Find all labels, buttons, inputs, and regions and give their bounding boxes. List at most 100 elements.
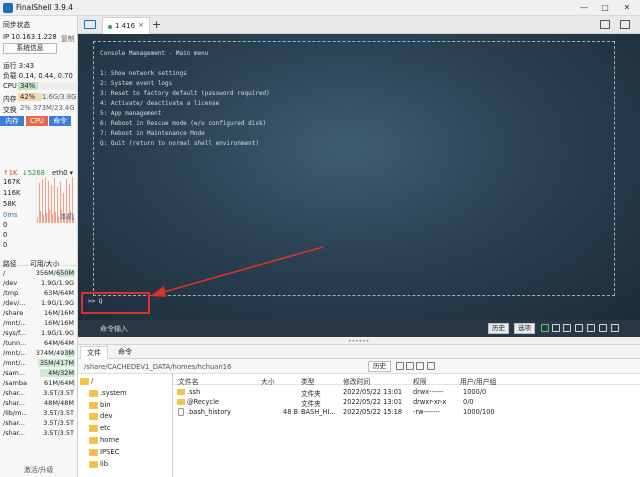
lightning-icon[interactable]	[541, 324, 549, 332]
disk-usage: 3.5T/3.5T	[43, 389, 74, 397]
disk-path: /sys/f...	[3, 329, 27, 337]
download-icon[interactable]	[611, 324, 619, 332]
latency-ms: 0ms	[3, 211, 18, 219]
upload-icon[interactable]	[416, 362, 424, 370]
col-filename[interactable]: 文件名	[178, 376, 198, 386]
tree-item[interactable]: .system	[78, 388, 173, 399]
path-bar: /share/CACHEDEV1_DATA/homes/hchuan16 历史	[78, 359, 640, 374]
layout-icon[interactable]	[600, 20, 610, 29]
paste-icon[interactable]	[563, 324, 571, 332]
options-button[interactable]: 选项	[514, 323, 535, 334]
search-icon[interactable]	[575, 324, 583, 332]
upgrade-link[interactable]: 激活/升级	[24, 464, 53, 474]
col-permission[interactable]: 权限	[413, 376, 427, 386]
latency-host[interactable]: 本机	[60, 211, 74, 221]
fullscreen-icon[interactable]	[599, 324, 607, 332]
tree-item[interactable]: /	[78, 376, 173, 387]
disk-path: /shar...	[3, 399, 25, 407]
copy-ip-link[interactable]: 复制	[61, 33, 75, 43]
file-perm: -rw-------	[413, 408, 441, 416]
file-row[interactable]: .bash_history 48 B BASH_HI... 2022/05/22 15…	[173, 407, 640, 417]
add-tab-button[interactable]: +	[152, 18, 161, 31]
file-name: @Recycle	[187, 398, 219, 406]
session-tab[interactable]: 1 416 ×	[102, 17, 150, 34]
load-average: 负载 0.14, 0.44, 0.70	[3, 72, 73, 80]
command-input[interactable]: 命令输入	[100, 324, 128, 334]
session-tab-bar: 1 416 × +	[78, 16, 640, 34]
mem-label: 内存	[3, 95, 17, 103]
disk-row[interactable]: /dev 1.9G/1.9G	[0, 278, 78, 288]
tab-commands[interactable]: 命令	[112, 346, 138, 359]
disk-row[interactable]: / 356M/650M	[0, 268, 78, 278]
file-owner: 1000/0	[463, 388, 487, 396]
disk-row[interactable]: /shar... 3.5T/3.5T	[0, 388, 78, 398]
disk-row[interactable]: /tmp 63M/64M	[0, 288, 78, 298]
disk-row[interactable]: /mnt/... 16M/16M	[0, 318, 78, 328]
folder-icon	[89, 437, 98, 444]
terminal[interactable]: Console Management - Main menu 1: Show ne…	[78, 34, 640, 320]
disk-size-header[interactable]: 可用/大小	[30, 258, 59, 268]
panel-splitter[interactable]: ••••••	[78, 337, 640, 345]
disk-usage: 35M/417M	[39, 359, 74, 367]
folder-icon	[80, 378, 89, 385]
tree-item[interactable]: lib	[78, 459, 173, 470]
disk-row[interactable]: /mnt/... 374M/493M	[0, 348, 78, 358]
col-owner[interactable]: 用户/用户组	[460, 376, 496, 386]
tree-item[interactable]: dev	[78, 411, 173, 422]
disk-path: /	[3, 269, 6, 277]
path-input[interactable]: /share/CACHEDEV1_DATA/homes/hchuan16	[84, 363, 231, 371]
tree-item[interactable]: bin	[78, 400, 173, 411]
disk-row[interactable]: /lib/m... 3.5T/3.5T	[0, 408, 78, 418]
tree-item[interactable]: IPSEC	[78, 447, 173, 458]
copy-icon[interactable]	[552, 324, 560, 332]
disk-path-header[interactable]: 路径	[3, 258, 17, 268]
disk-row[interactable]: /mnt/... 35M/417M	[0, 358, 78, 368]
download-icon[interactable]	[427, 362, 435, 370]
disk-row[interactable]: /share 16M/16M	[0, 308, 78, 318]
disk-usage: 16M/16M	[44, 319, 74, 327]
minimize-button[interactable]: —	[577, 1, 591, 14]
disk-row[interactable]: /sam... 4M/32M	[0, 368, 78, 378]
up-folder-icon[interactable]	[406, 362, 414, 370]
annotation-arrow	[150, 246, 324, 297]
file-row[interactable]: @Recycle 文件夹 2022/05/22 13:01 drwxr-xr-x 0/0	[173, 397, 640, 408]
tree-item[interactable]: etc	[78, 423, 173, 434]
file-row[interactable]: .ssh 文件夹 2022/05/22 13:01 drwx------ 1000/0	[173, 387, 640, 398]
disk-row[interactable]: /shar... 3.5T/3.5T	[0, 418, 78, 428]
disk-row[interactable]: /dev/... 1.9G/1.9G	[0, 298, 78, 308]
disk-row[interactable]: /tunn... 64M/64M	[0, 338, 78, 348]
disk-row[interactable]: /shar... 3.5T/3.5T	[0, 428, 78, 438]
maximize-button[interactable]: □	[598, 1, 612, 14]
close-tab-icon[interactable]: ×	[138, 21, 144, 29]
tab-memory[interactable]: 内存	[0, 116, 24, 126]
sync-status[interactable]: 同步状态	[3, 19, 30, 29]
tab-cpu[interactable]: CPU	[26, 116, 48, 126]
disk-path: /tmp	[3, 289, 19, 297]
disk-path: /mnt/...	[3, 349, 27, 357]
disk-usage: 3.5T/3.5T	[43, 419, 74, 427]
disk-row[interactable]: /sys/f... 1.9G/1.9G	[0, 328, 78, 338]
tree-item-label: dev	[100, 412, 113, 421]
path-history-button[interactable]: 历史	[368, 361, 391, 372]
system-info-button[interactable]: 系统信息	[3, 43, 57, 54]
gear-icon[interactable]	[587, 324, 595, 332]
col-mtime[interactable]: 修改时间	[343, 376, 370, 386]
disk-row[interactable]: /shar... 48M/48M	[0, 398, 78, 408]
disk-row[interactable]: /samba 61M/64M	[0, 378, 78, 388]
history-button[interactable]: 历史	[488, 323, 509, 334]
refresh-icon[interactable]	[396, 362, 404, 370]
col-size[interactable]: 大小	[261, 376, 275, 386]
title-bar: FinalShell 3.9.4 — □ ✕	[0, 0, 640, 16]
disk-table-header: 路径 可用/大小	[0, 257, 78, 268]
close-button[interactable]: ✕	[620, 1, 634, 14]
file-list: 文件名 大小 类型 修改时间 权限 用户/用户组 .ssh 文件夹 2022/05/…	[173, 374, 640, 477]
folder-icon[interactable]	[84, 20, 96, 29]
status-sidebar: 同步状态 IP 10.163.1.228 复制 系统信息 运行 3:43 负载 …	[0, 16, 78, 477]
tab-command[interactable]: 命令	[49, 116, 71, 126]
fullscreen-icon[interactable]	[620, 20, 630, 29]
tree-item[interactable]: home	[78, 435, 173, 446]
tab-files[interactable]: 文件	[80, 346, 108, 359]
file-list-header: 文件名 大小 类型 修改时间 权限 用户/用户组	[173, 374, 640, 386]
col-type[interactable]: 类型	[301, 376, 315, 386]
disk-usage: 61M/64M	[44, 379, 74, 387]
